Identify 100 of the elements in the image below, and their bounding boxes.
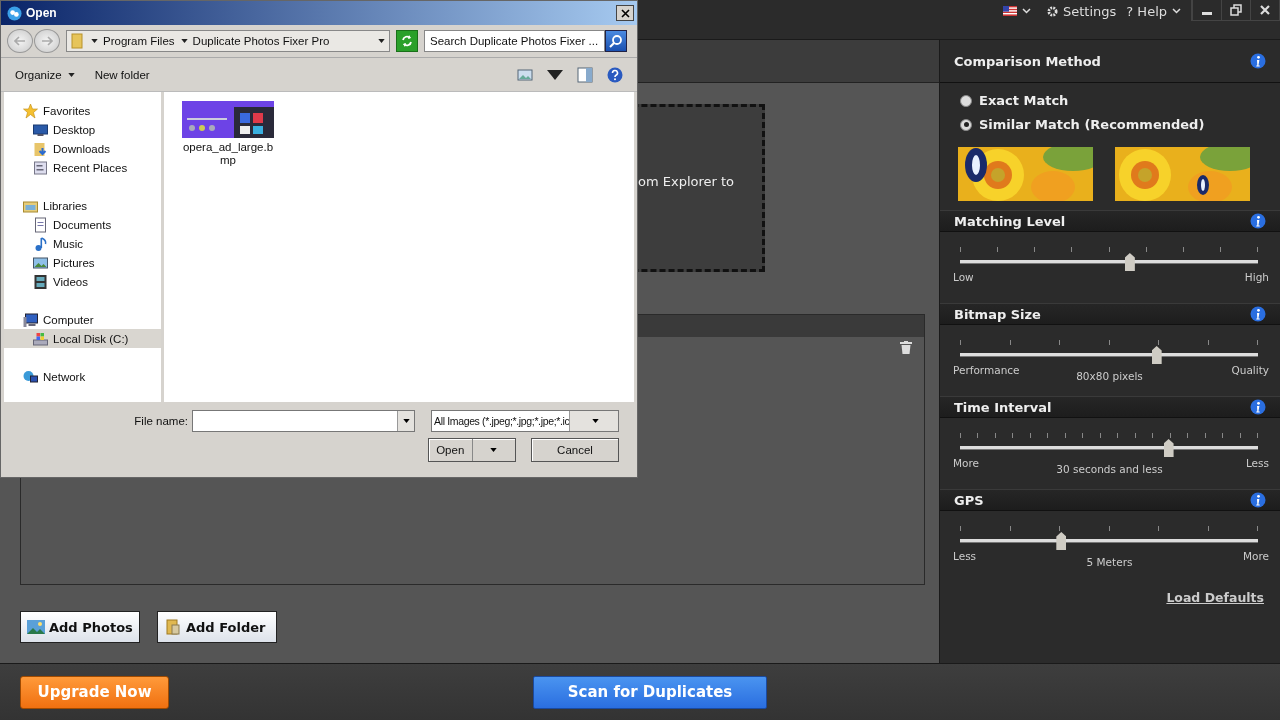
nav-item[interactable]: Music [4,234,161,253]
caret-icon [490,448,498,452]
folder-icon [71,33,85,49]
slider-min-label: More [953,457,980,469]
nav-item[interactable]: Videos [4,272,161,291]
close-button[interactable] [616,5,634,21]
breadcrumb[interactable]: Duplicate Photos Fixer Pro [192,35,330,47]
restore-icon [1230,4,1242,16]
nav-item[interactable]: Desktop [4,120,161,139]
trash-icon[interactable] [900,341,912,354]
caret-icon [591,419,599,423]
slider[interactable] [960,439,1258,457]
slider-max-label: Less [1245,457,1269,469]
chevron-icon [1172,8,1181,14]
info-icon[interactable] [1250,306,1266,322]
nav-item[interactable]: Libraries [4,196,161,215]
help-menu[interactable]: ? Help [1126,3,1167,19]
preview-pane-icon[interactable] [577,66,593,83]
caret-icon [67,72,75,77]
add-folder-button[interactable]: Add Folder [157,611,277,643]
chevron-icon[interactable] [1022,8,1031,14]
new-folder-button[interactable]: New folder [94,68,150,81]
slider-min-label: Low [953,271,974,283]
organize-menu[interactable]: Organize [15,68,75,81]
slider-max-label: High [1244,271,1269,283]
section-title: Bitmap Size [954,306,1041,322]
close-icon [620,8,630,18]
add-photos-button[interactable]: Add Photos [20,611,140,643]
open-button[interactable]: Open [428,438,516,462]
refresh-icon [400,34,414,48]
slider[interactable] [960,532,1258,550]
field-label: File name: [134,415,188,427]
slider[interactable] [960,253,1258,271]
file-type-dropdown[interactable]: All Images (*.jpeg;*.jpg;*.jpe;*.ic [431,410,619,432]
nav-item[interactable]: Favorites [4,101,161,120]
app-icon [7,5,22,21]
slider-thumb[interactable] [1056,532,1067,550]
nav-item[interactable]: Pictures [4,253,161,272]
slider-thumb[interactable] [1124,253,1135,271]
drop-zone-text: om Explorer to [638,173,735,189]
search-field[interactable]: Search Duplicate Photos Fixer ... [424,30,605,52]
flag-icon[interactable] [1003,6,1017,16]
nav-item[interactable]: Local Disk (C:) [4,329,161,348]
section-title: Matching Level [954,213,1066,229]
back-arrow-icon [14,36,26,46]
scan-button[interactable]: Scan for Duplicates [533,675,767,709]
radio-button[interactable] [960,118,972,131]
folder-icon [164,619,182,635]
slider-max-label: Quality [1231,364,1269,376]
nav-item[interactable]: Recent Places [4,158,161,177]
disk-icon [32,330,49,347]
videos-icon [32,273,49,290]
documents-icon [32,216,49,233]
nav-item[interactable]: Computer [4,310,161,329]
info-icon[interactable] [1250,213,1266,229]
help-icon[interactable] [607,66,623,83]
radio-label[interactable]: Exact Match [979,93,1069,108]
close-icon [1259,4,1271,16]
downloads-icon [32,140,49,157]
nav-item[interactable]: Network [4,367,161,386]
search-icon [609,34,623,48]
recent-icon [32,159,49,176]
refresh-button[interactable] [396,30,418,52]
info-icon[interactable] [1250,492,1266,508]
network-icon [22,368,39,385]
slider-thumb[interactable] [1151,346,1162,364]
slider-value: 30 seconds and less [1056,463,1163,475]
file-item[interactable]: opera_ad_large.bmp [178,101,278,167]
slider-min-label: Performance [953,364,1020,376]
nav-item[interactable]: Downloads [4,139,161,158]
computer-icon [22,311,39,328]
slider-value: 5 Meters [1086,556,1133,568]
breadcrumb[interactable]: Program Files [103,35,175,47]
desktop-icon [32,121,49,138]
radio-button[interactable] [960,94,972,107]
section-title: Time Interval [954,399,1052,415]
pictures-icon [32,254,49,271]
minimize-icon [1202,11,1212,15]
window-title: Open [26,6,58,20]
section-title: Comparison Method [954,53,1101,69]
cancel-button[interactable]: Cancel [531,438,619,462]
info-icon[interactable] [1250,399,1266,415]
image-icon [27,619,45,635]
star-icon [22,102,39,119]
settings-link[interactable]: Settings [1063,3,1117,19]
address-bar[interactable]: Program Files Duplicate Photos Fixer Pro [66,30,390,52]
slider-value: 80x80 pixels [1076,370,1143,382]
caret-icon [402,419,410,423]
slider-thumb[interactable] [1163,439,1174,457]
info-icon[interactable] [1250,53,1266,69]
nav-item[interactable]: Documents [4,215,161,234]
settings-icon [1047,5,1058,17]
search-button[interactable] [605,30,627,52]
radio-label[interactable]: Similar Match (Recommended) [979,117,1205,132]
file-name-field[interactable] [192,410,415,432]
slider-min-label: Less [953,550,977,562]
section-title: GPS [954,492,984,508]
slider[interactable] [960,346,1258,364]
load-defaults-link[interactable]: Load Defaults [1166,590,1264,605]
file-name: opera_ad_large.bmp [181,141,275,167]
